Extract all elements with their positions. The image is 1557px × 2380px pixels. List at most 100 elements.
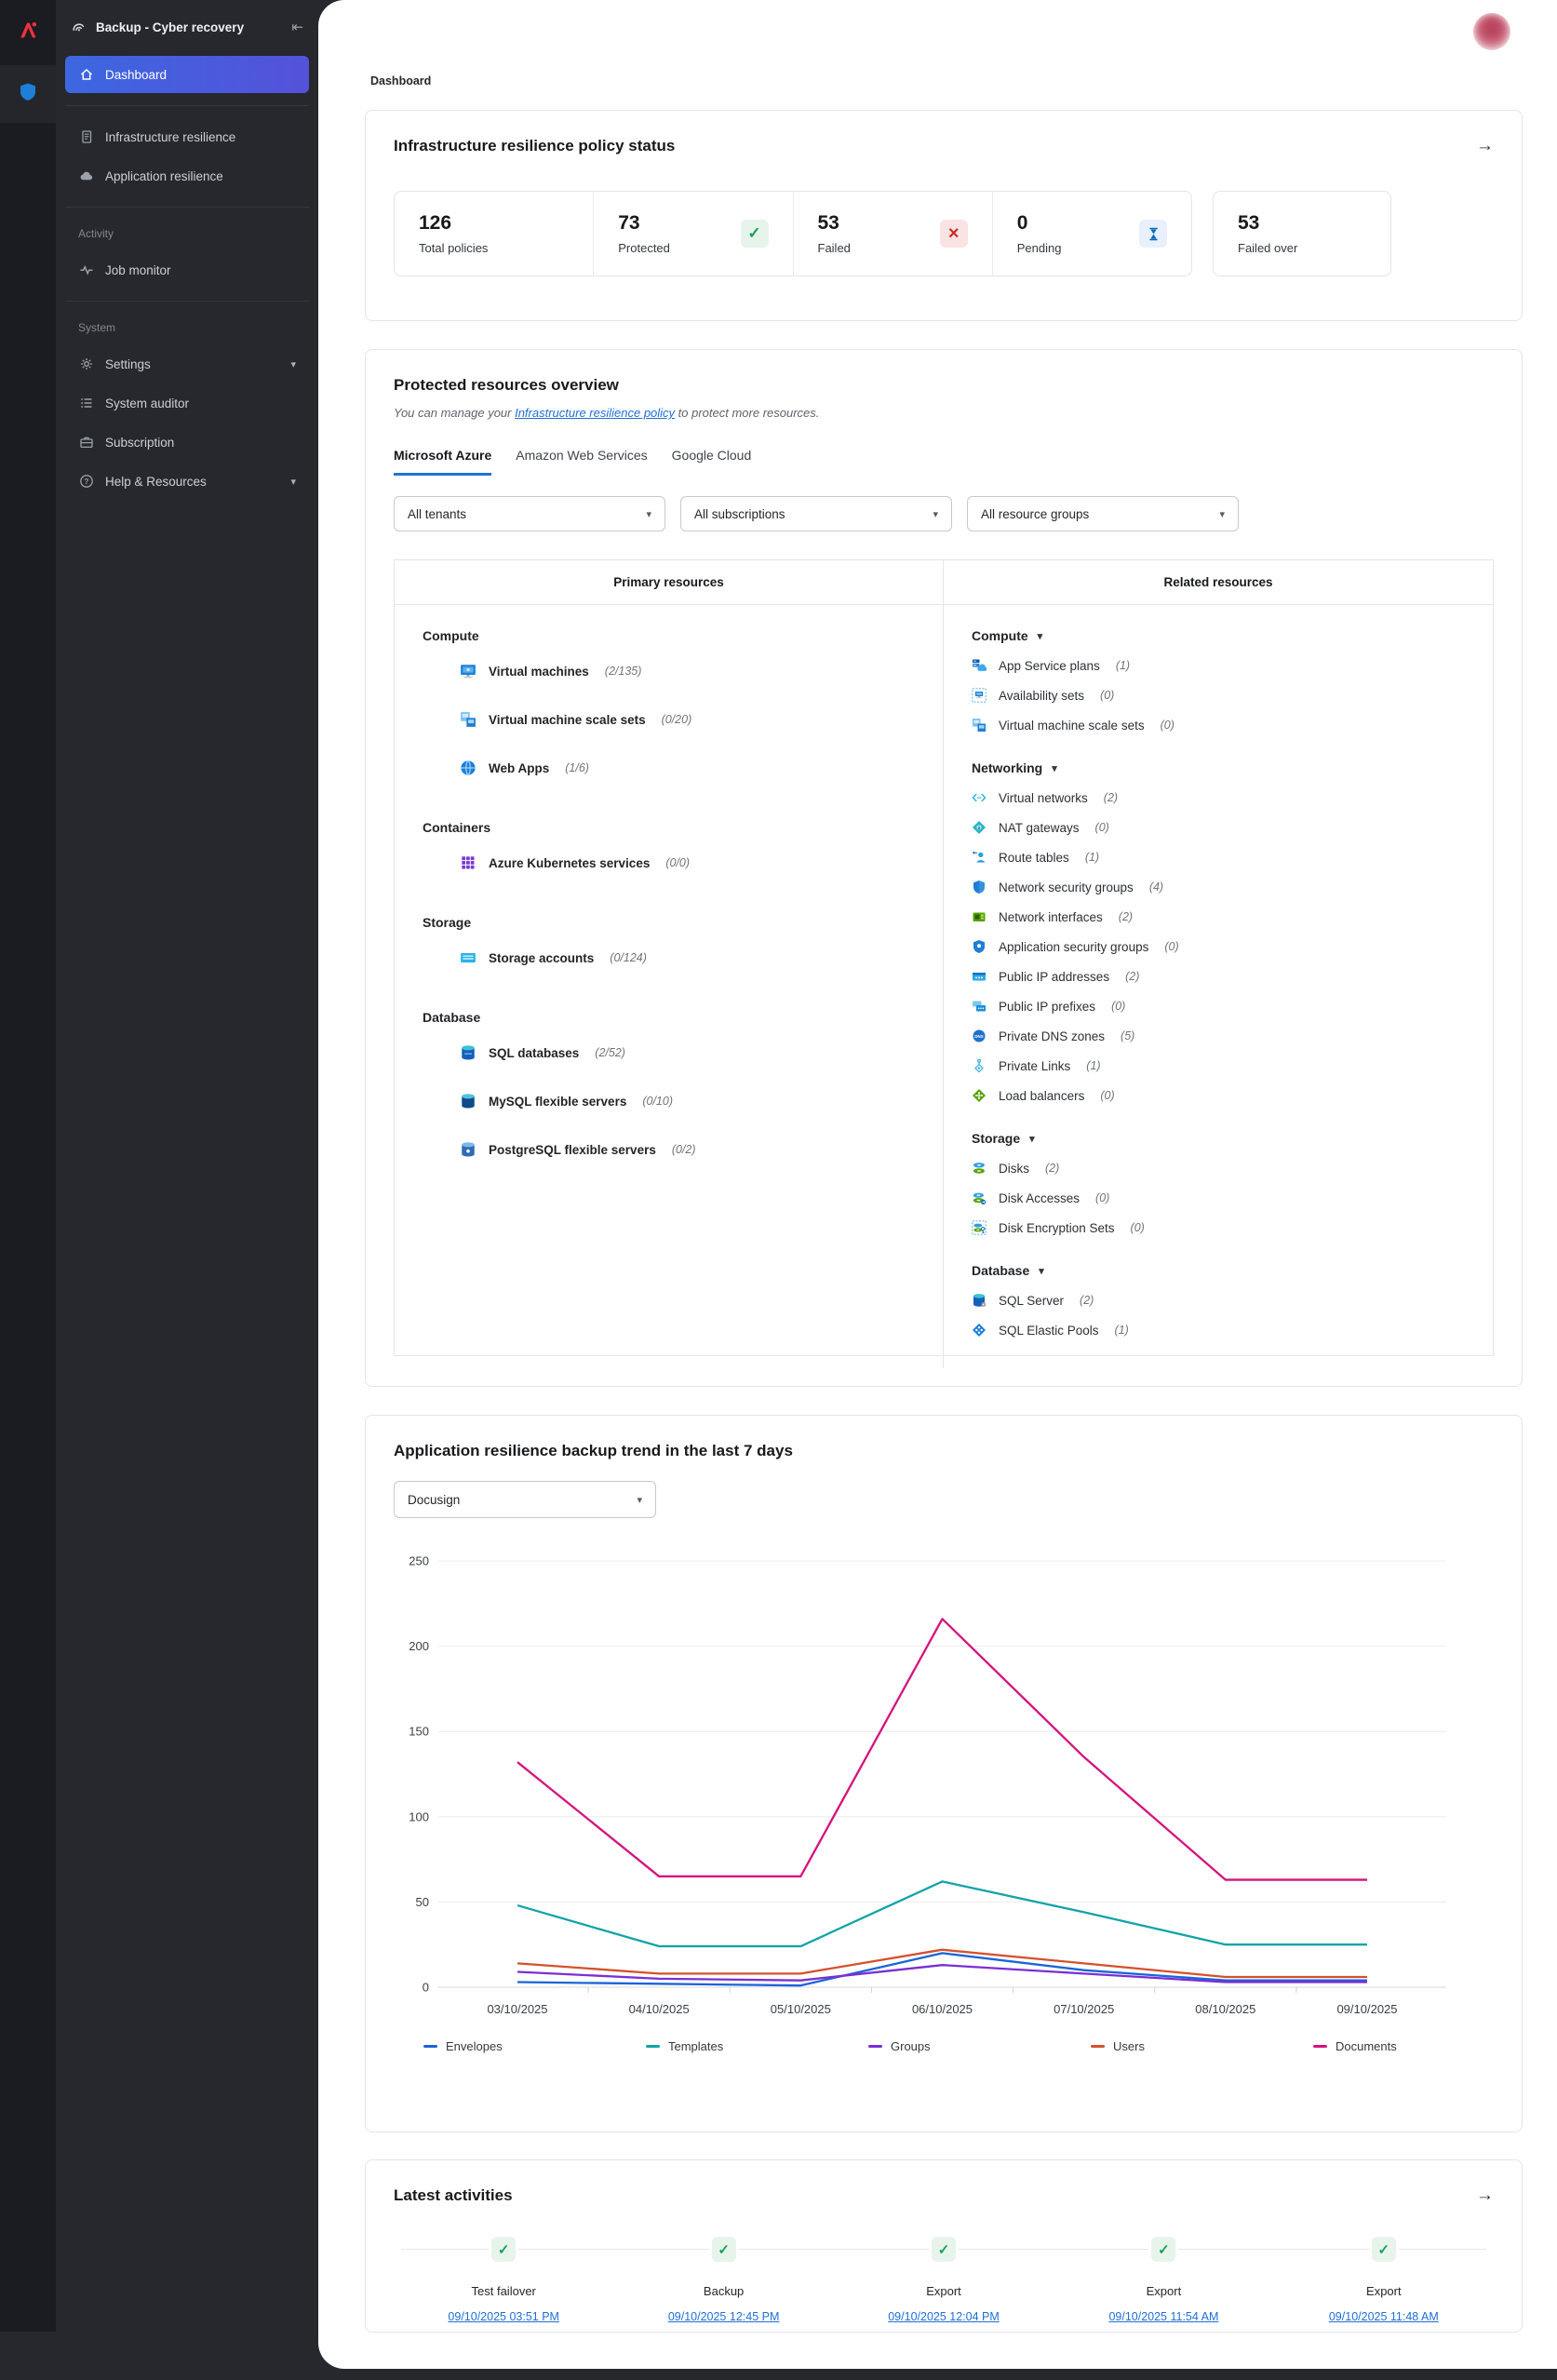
sidebar-item-dashboard[interactable]: Dashboard bbox=[65, 56, 309, 93]
network-security-groups-icon bbox=[972, 880, 987, 894]
filter-select-all-tenants[interactable]: All tenants▾ bbox=[394, 496, 665, 531]
application-select[interactable]: Docusign ▾ bbox=[394, 1481, 656, 1518]
sidebar-item-settings[interactable]: Settings▾ bbox=[65, 345, 309, 383]
resource-item: Disks(2) bbox=[972, 1153, 1465, 1183]
sidebar-item-system-auditor[interactable]: System auditor bbox=[65, 384, 309, 422]
sidebar-item-infrastructure-resilience[interactable]: Infrastructure resilience bbox=[65, 118, 309, 155]
resource-item: Route tables(1) bbox=[972, 842, 1465, 872]
private-dns-zones-icon: DNS bbox=[972, 1029, 987, 1043]
policy-stats-card: 126Total policies73Protected✓53Failed×0P… bbox=[394, 191, 1192, 276]
resource-item-count: (0) bbox=[1100, 1089, 1114, 1102]
vm-scale-sets-icon bbox=[972, 718, 987, 733]
resource-item-label: Web Apps bbox=[489, 761, 549, 775]
resource-item-label: App Service plans bbox=[999, 659, 1100, 673]
activity-datetime-link[interactable]: 09/10/2025 11:54 AM bbox=[1108, 2310, 1218, 2323]
resource-group-name: Storage bbox=[423, 915, 915, 930]
app-window: Backup - Cyber recovery ⇤ Dashboard Infra… bbox=[0, 0, 1557, 2380]
resource-item-label: MySQL flexible servers bbox=[489, 1095, 626, 1109]
collapse-sidebar-icon[interactable]: ⇤ bbox=[291, 19, 303, 35]
resource-item-label: Application security groups bbox=[999, 940, 1148, 954]
activity-datetime-link[interactable]: 09/10/2025 11:48 AM bbox=[1329, 2310, 1439, 2323]
pulse-icon bbox=[78, 262, 94, 278]
tab-google-cloud[interactable]: Google Cloud bbox=[672, 448, 752, 476]
resource-group-name[interactable]: Networking▾ bbox=[972, 760, 1465, 775]
resource-item-count: (2/135) bbox=[605, 665, 642, 678]
postgresql-icon bbox=[460, 1141, 476, 1158]
sidebar-item-subscription[interactable]: Subscription bbox=[65, 424, 309, 461]
svg-text:150: 150 bbox=[409, 1725, 429, 1739]
resource-item-count: (1/6) bbox=[565, 761, 589, 774]
rail-item-cyber-protection[interactable] bbox=[0, 65, 56, 123]
tab-amazon-web-services[interactable]: Amazon Web Services bbox=[516, 448, 647, 476]
disk-encryption-sets-icon bbox=[972, 1220, 987, 1235]
resource-item-count: (0) bbox=[1161, 719, 1174, 732]
resource-item-label: Virtual machine scale sets bbox=[999, 719, 1145, 733]
resource-group-name[interactable]: Compute▾ bbox=[972, 628, 1465, 643]
resource-item-label: SQL Server bbox=[999, 1294, 1064, 1308]
svg-text:100: 100 bbox=[409, 1809, 429, 1823]
stat-value: 53 bbox=[1238, 212, 1366, 235]
sidebar-item-label: Job monitor bbox=[105, 263, 296, 277]
help-icon: ? bbox=[78, 474, 94, 490]
vm-scale-sets-icon bbox=[460, 711, 476, 728]
acronis-logo-icon bbox=[0, 0, 56, 60]
sidebar-header: Backup - Cyber recovery ⇤ bbox=[56, 0, 318, 54]
check-icon: ✓ bbox=[1372, 2237, 1396, 2262]
breadcrumb: Dashboard bbox=[370, 74, 431, 87]
stat-label: Pending bbox=[1017, 241, 1062, 255]
sidebar-item-label: System auditor bbox=[105, 397, 296, 410]
resource-item-label: Load balancers bbox=[999, 1089, 1084, 1103]
legend-item-templates[interactable]: Templates bbox=[646, 2039, 868, 2053]
resource-item: SQL Server(2) bbox=[972, 1285, 1465, 1315]
legend-item-envelopes[interactable]: Envelopes bbox=[423, 2039, 646, 2053]
sidebar-item-help-resources[interactable]: ?Help & Resources▾ bbox=[65, 463, 309, 500]
chevron-down-icon: ▾ bbox=[290, 358, 296, 370]
chevron-down-icon: ▾ bbox=[1219, 508, 1225, 520]
stat-cell: 126Total policies bbox=[395, 192, 593, 276]
resource-item-label: Disk Encryption Sets bbox=[999, 1221, 1115, 1235]
activity-datetime-link[interactable]: 09/10/2025 12:04 PM bbox=[888, 2310, 1000, 2323]
virtual-machines-icon bbox=[460, 663, 476, 679]
gear-icon bbox=[78, 356, 94, 372]
resource-item: Network interfaces(2) bbox=[972, 902, 1465, 932]
activity-datetime-link[interactable]: 09/10/2025 12:45 PM bbox=[668, 2310, 780, 2323]
activity-datetime-link[interactable]: 09/10/2025 03:51 PM bbox=[448, 2310, 559, 2323]
legend-item-groups[interactable]: Groups bbox=[868, 2039, 1091, 2053]
filter-select-all-subscriptions[interactable]: All subscriptions▾ bbox=[680, 496, 952, 531]
latest-activities-card: Latest activities → ✓Test failover09/10/… bbox=[365, 2159, 1523, 2333]
resource-item: PostgreSQL flexible servers(0/2) bbox=[423, 1125, 915, 1174]
resource-item: App Service plans(1) bbox=[972, 651, 1465, 680]
resource-group-name: Containers bbox=[423, 820, 915, 835]
resource-item-count: (4) bbox=[1149, 881, 1163, 894]
resource-item-count: (0) bbox=[1164, 940, 1178, 953]
activity-item: ✓Export09/10/2025 11:54 AM bbox=[1054, 2237, 1273, 2323]
protected-resources-card: Protected resources overview You can man… bbox=[365, 349, 1523, 1387]
legend-label: Documents bbox=[1336, 2039, 1397, 2053]
resource-group-name[interactable]: Database▾ bbox=[972, 1263, 1465, 1278]
legend-label: Templates bbox=[668, 2039, 723, 2053]
sql-elastic-pools-icon bbox=[972, 1323, 987, 1338]
resource-group-name[interactable]: Storage▾ bbox=[972, 1131, 1465, 1146]
application-security-groups-icon bbox=[972, 939, 987, 954]
filter-select-all-resource-groups[interactable]: All resource groups▾ bbox=[967, 496, 1239, 531]
legend-item-documents[interactable]: Documents bbox=[1313, 2039, 1536, 2053]
arrow-right-icon[interactable]: → bbox=[1476, 2186, 1494, 2204]
resource-item-label: Route tables bbox=[999, 851, 1069, 865]
arrow-right-icon[interactable]: → bbox=[1476, 137, 1494, 155]
activity-name: Export bbox=[926, 2284, 961, 2298]
resources-title: Protected resources overview bbox=[394, 376, 1494, 395]
resource-item: SQL Elastic Pools(1) bbox=[972, 1315, 1465, 1345]
chevron-down-icon: ▾ bbox=[1038, 630, 1043, 642]
avatar[interactable] bbox=[1473, 13, 1510, 50]
legend-item-users[interactable]: Users bbox=[1091, 2039, 1313, 2053]
sidebar-item-job-monitor[interactable]: Job monitor bbox=[65, 251, 309, 289]
tab-microsoft-azure[interactable]: Microsoft Azure bbox=[394, 448, 491, 476]
resource-item-count: (0/0) bbox=[665, 856, 690, 869]
resource-item: Public IP prefixes(0) bbox=[972, 991, 1465, 1021]
sidebar-item-application-resilience[interactable]: Application resilience bbox=[65, 157, 309, 195]
network-interfaces-icon bbox=[972, 909, 987, 924]
infrastructure-resilience-policy-link[interactable]: Infrastructure resilience policy bbox=[515, 406, 675, 420]
resource-item: Load balancers (0) bbox=[972, 1081, 1465, 1110]
virtual-networks-icon bbox=[972, 790, 987, 805]
svg-text:250: 250 bbox=[409, 1554, 429, 1568]
